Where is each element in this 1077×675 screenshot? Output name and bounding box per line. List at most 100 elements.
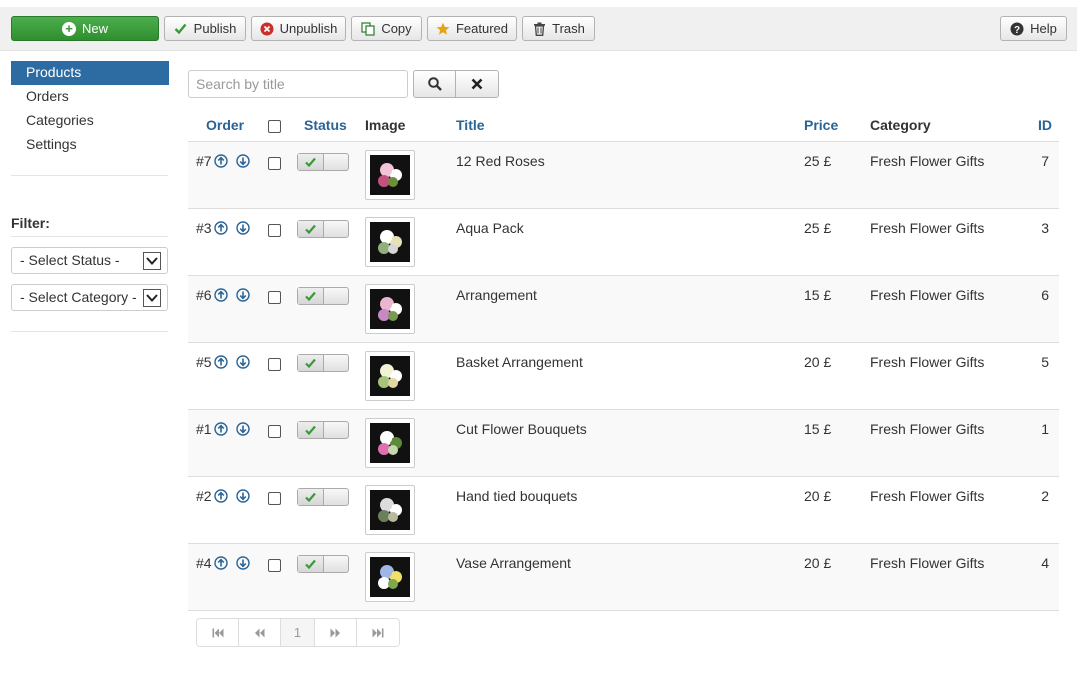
product-thumbnail[interactable] [365, 418, 415, 468]
previous-page-button[interactable] [239, 619, 281, 646]
price-cell: 20 £ [804, 488, 832, 504]
id-cell: 7 [1041, 153, 1049, 169]
close-icon [471, 78, 483, 90]
category-select[interactable]: - Select Category - [11, 284, 168, 311]
table-row: #5 Basket Arrangement 20 £ Fresh Flower … [188, 342, 1059, 409]
category-cell: Fresh Flower Gifts [870, 220, 985, 236]
help-button[interactable]: ? Help [1000, 16, 1067, 41]
order-cell: #5 [196, 354, 250, 370]
move-down-icon[interactable] [235, 422, 250, 436]
status-toggle[interactable] [297, 555, 349, 573]
published-check-icon [298, 154, 324, 170]
first-page-button[interactable] [197, 619, 239, 646]
filter-divider [11, 236, 168, 237]
search-input[interactable]: Search by title [188, 70, 408, 98]
move-up-icon[interactable] [213, 355, 228, 369]
sidebar-nav: Products Orders Categories Settings [11, 61, 169, 157]
product-title-link[interactable]: 12 Red Roses [456, 153, 545, 169]
last-page-icon [372, 628, 384, 637]
trash-button[interactable]: Trash [522, 16, 595, 41]
product-thumbnail[interactable] [365, 485, 415, 535]
column-header-id[interactable]: ID [1038, 117, 1052, 133]
toolbar: + New Publish Unpublish Copy Featured Tr… [0, 7, 1077, 51]
product-title-link[interactable]: Basket Arrangement [456, 354, 583, 370]
unpublish-button-label: Unpublish [279, 21, 338, 36]
chevron-down-icon [143, 252, 161, 270]
order-cell: #3 [196, 220, 250, 236]
row-checkbox[interactable] [268, 157, 281, 170]
column-header-order[interactable]: Order [206, 117, 244, 133]
id-cell: 2 [1041, 488, 1049, 504]
last-page-button[interactable] [357, 619, 399, 646]
row-checkbox[interactable] [268, 559, 281, 572]
row-checkbox[interactable] [268, 291, 281, 304]
filter-bottom-divider [11, 331, 168, 332]
clear-search-button[interactable] [455, 70, 499, 98]
status-toggle[interactable] [297, 354, 349, 372]
status-toggle[interactable] [297, 421, 349, 439]
search-icon [427, 77, 442, 91]
product-thumbnail[interactable] [365, 351, 415, 401]
move-down-icon[interactable] [235, 355, 250, 369]
row-checkbox[interactable] [268, 425, 281, 438]
column-header-status[interactable]: Status [304, 117, 347, 133]
move-up-icon[interactable] [213, 288, 228, 302]
move-down-icon[interactable] [235, 221, 250, 235]
product-title-link[interactable]: Vase Arrangement [456, 555, 571, 571]
column-header-price[interactable]: Price [804, 117, 838, 133]
column-header-title[interactable]: Title [456, 117, 485, 133]
product-thumbnail[interactable] [365, 150, 415, 200]
sidebar-item-products[interactable]: Products [11, 61, 169, 85]
copy-button[interactable]: Copy [351, 16, 422, 41]
move-down-icon[interactable] [235, 154, 250, 168]
order-number: #1 [196, 421, 212, 437]
publish-button[interactable]: Publish [164, 16, 246, 41]
move-up-icon[interactable] [213, 221, 228, 235]
order-number: #4 [196, 555, 212, 571]
move-up-icon[interactable] [213, 556, 228, 570]
product-title-link[interactable]: Cut Flower Bouquets [456, 421, 587, 437]
order-cell: #6 [196, 287, 250, 303]
move-up-icon[interactable] [213, 422, 228, 436]
order-number: #7 [196, 153, 212, 169]
row-checkbox[interactable] [268, 224, 281, 237]
question-icon: ? [1010, 22, 1024, 36]
copy-icon [361, 21, 375, 36]
move-down-icon[interactable] [235, 288, 250, 302]
search-button[interactable] [413, 70, 456, 98]
select-all-checkbox[interactable] [268, 120, 281, 133]
row-checkbox[interactable] [268, 492, 281, 505]
product-title-link[interactable]: Aqua Pack [456, 220, 524, 236]
order-number: #5 [196, 354, 212, 370]
status-toggle[interactable] [297, 153, 349, 171]
move-up-icon[interactable] [213, 489, 228, 503]
move-down-icon[interactable] [235, 489, 250, 503]
featured-button[interactable]: Featured [427, 16, 517, 41]
new-button[interactable]: + New [11, 16, 159, 41]
page-number[interactable]: 1 [281, 619, 315, 646]
product-title-link[interactable]: Arrangement [456, 287, 537, 303]
sidebar-item-categories[interactable]: Categories [11, 109, 169, 133]
status-toggle[interactable] [297, 488, 349, 506]
current-page-label: 1 [293, 625, 302, 640]
flower-image [370, 557, 410, 597]
product-title-link[interactable]: Hand tied bouquets [456, 488, 577, 504]
status-select[interactable]: - Select Status - [11, 247, 168, 274]
product-thumbnail[interactable] [365, 552, 415, 602]
sidebar-item-orders[interactable]: Orders [11, 85, 169, 109]
flower-image [370, 222, 410, 262]
product-thumbnail[interactable] [365, 217, 415, 267]
copy-button-label: Copy [381, 21, 412, 36]
move-down-icon[interactable] [235, 556, 250, 570]
product-thumbnail[interactable] [365, 284, 415, 334]
plus-icon: + [61, 21, 76, 36]
next-page-button[interactable] [315, 619, 357, 646]
sidebar-item-settings[interactable]: Settings [11, 133, 169, 157]
move-up-icon[interactable] [213, 154, 228, 168]
unpublish-button[interactable]: Unpublish [251, 16, 346, 41]
pagination: 1 [196, 618, 400, 647]
row-checkbox[interactable] [268, 358, 281, 371]
status-toggle[interactable] [297, 287, 349, 305]
featured-button-label: Featured [455, 21, 509, 36]
status-toggle[interactable] [297, 220, 349, 238]
